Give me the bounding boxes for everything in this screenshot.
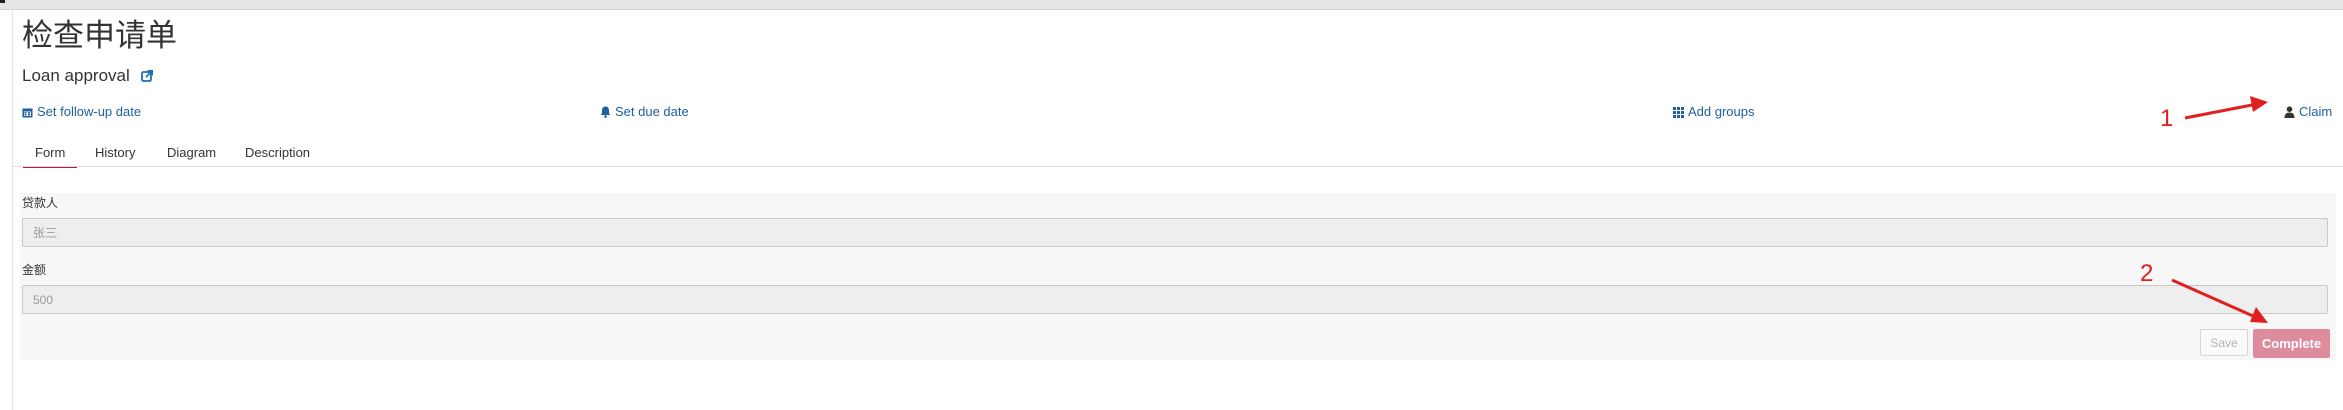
tab-divider bbox=[13, 166, 2343, 167]
claim-label: Claim bbox=[2299, 104, 2333, 119]
amount-field[interactable]: 500 bbox=[22, 285, 2328, 314]
add-groups-label: Add groups bbox=[1688, 104, 1755, 119]
tab-history[interactable]: History bbox=[95, 140, 135, 166]
grid-icon bbox=[1673, 107, 1684, 118]
left-border bbox=[12, 9, 13, 410]
calendar-icon bbox=[22, 108, 33, 118]
annotation-arrow-1 bbox=[2184, 96, 2268, 120]
tab-description[interactable]: Description bbox=[245, 140, 310, 166]
tab-diagram[interactable]: Diagram bbox=[167, 140, 216, 166]
top-border bbox=[0, 0, 2343, 10]
field-label-borrower: 贷款人 bbox=[22, 196, 59, 210]
set-follow-up-date-link[interactable]: Set follow-up date bbox=[22, 102, 141, 122]
page-title: 检查申请单 bbox=[22, 18, 177, 53]
set-due-date-label: Set due date bbox=[615, 104, 689, 119]
bell-icon bbox=[600, 106, 611, 118]
process-name: Loan approval bbox=[22, 64, 154, 89]
set-due-date-link[interactable]: Set due date bbox=[600, 102, 689, 122]
tab-form[interactable]: Form bbox=[22, 140, 78, 168]
annotation-number-2: 2 bbox=[2140, 260, 2154, 287]
user-icon bbox=[2284, 106, 2295, 118]
annotation-number-1: 1 bbox=[2160, 105, 2174, 132]
claim-link[interactable]: Claim bbox=[2284, 102, 2332, 122]
set-follow-up-date-label: Set follow-up date bbox=[37, 104, 142, 119]
corner-mark bbox=[0, 0, 5, 3]
process-name-label: Loan approval bbox=[22, 66, 130, 85]
save-button[interactable]: Save bbox=[2200, 329, 2248, 356]
field-label-amount: 金额 bbox=[22, 263, 47, 277]
complete-button[interactable]: Complete bbox=[2253, 329, 2330, 358]
external-link-icon[interactable] bbox=[140, 65, 154, 89]
add-groups-link[interactable]: Add groups bbox=[1673, 102, 1755, 122]
borrower-field[interactable]: 张三 bbox=[22, 218, 2328, 247]
